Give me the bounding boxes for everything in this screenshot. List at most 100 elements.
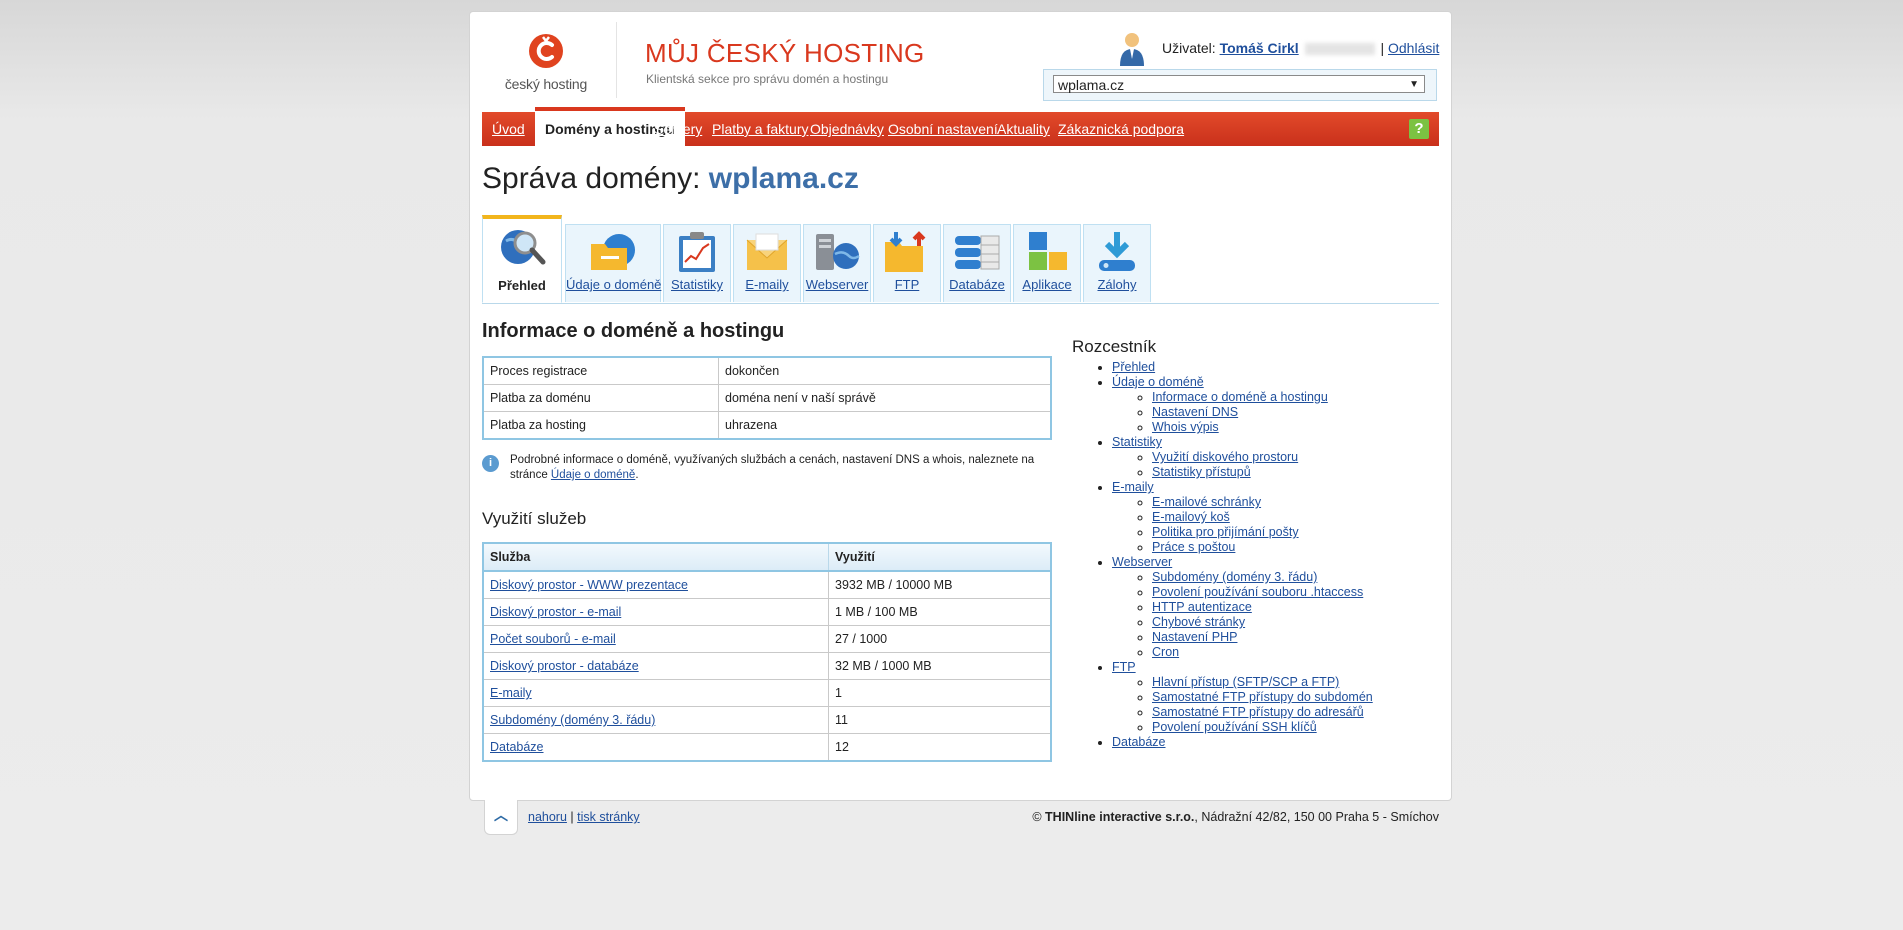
service-link[interactable]: Diskový prostor - WWW prezentace [490, 578, 688, 592]
chart-clipboard-icon [673, 230, 721, 274]
list-item: Chybové stránky [1152, 615, 1373, 630]
logout-link[interactable]: Odhlásit [1388, 40, 1439, 56]
info-table: Proces registrace dokončen Platba za dom… [482, 356, 1052, 440]
roz-sublink[interactable]: Nastavení PHP [1152, 630, 1237, 644]
roz-sublink[interactable]: Cron [1152, 645, 1179, 659]
usage-value: 1 MB / 100 MB [828, 598, 1052, 626]
service-link[interactable]: Diskový prostor - databáze [490, 659, 639, 673]
tab-statistiky[interactable]: Statistiky [663, 224, 731, 302]
roz-sublink[interactable]: Nastavení DNS [1152, 405, 1238, 419]
tab-label: FTP [894, 277, 920, 292]
help-icon[interactable]: ? [1409, 119, 1429, 139]
roz-link-emaily[interactable]: E-maily [1112, 480, 1154, 494]
roz-link-statistiky[interactable]: Statistiky [1112, 435, 1162, 449]
main-panel: český hosting MŮJ ČESKÝ HOSTING Klientsk… [469, 11, 1452, 801]
service-link[interactable]: Subdomény (domény 3. řádu) [490, 713, 655, 727]
tab-zalohy[interactable]: Zálohy [1083, 224, 1151, 302]
table-row: Diskový prostor - WWW prezentace 3932 MB… [482, 570, 1052, 599]
nav-zakaznicka-podpora[interactable]: Zákaznická podpora [1058, 112, 1184, 146]
list-item: FTP Hlavní přístup (SFTP/SCP a FTP) Samo… [1112, 660, 1373, 735]
list-item: Využití diskového prostoru [1152, 450, 1373, 465]
page-title: Správa domény: wplama.cz [482, 162, 859, 196]
list-item: Povolení používání SSH klíčů [1152, 720, 1373, 735]
info-note: i Podrobné informace o doméně, využívaný… [482, 453, 1042, 483]
nav-aktuality[interactable]: Aktuality [997, 112, 1050, 146]
roz-link-ftp[interactable]: FTP [1112, 660, 1136, 674]
roz-link-udaje[interactable]: Údaje o doméně [1112, 375, 1204, 389]
roz-sublink[interactable]: Informace o doméně a hostingu [1152, 390, 1328, 404]
nav-objednavky[interactable]: Objednávky [810, 112, 884, 146]
info-value: doména není v naší správě [718, 384, 1052, 412]
footer-top-link[interactable]: nahoru [528, 810, 567, 824]
tab-prehled[interactable]: Přehled [482, 215, 562, 303]
list-item: Whois výpis [1152, 420, 1373, 435]
user-avatar-icon [1118, 32, 1146, 66]
tab-ftp[interactable]: FTP [873, 224, 941, 302]
service-link[interactable]: Databáze [490, 740, 544, 754]
copyright-symbol: © [1032, 810, 1042, 824]
footer-separator: | [570, 810, 574, 824]
roz-link-prehled[interactable]: Přehled [1112, 360, 1155, 374]
roz-sublink[interactable]: Chybové stránky [1152, 615, 1245, 629]
roz-sublink[interactable]: E-mailové schránky [1152, 495, 1261, 509]
usage-value: 1 [828, 679, 1052, 707]
roz-sublink[interactable]: Whois výpis [1152, 420, 1219, 434]
roz-sublink[interactable]: Politika pro přijímání pošty [1152, 525, 1299, 539]
roz-sublink[interactable]: Subdomény (domény 3. řádu) [1152, 570, 1317, 584]
usage-value: 11 [828, 706, 1052, 734]
info-label: Proces registrace [482, 356, 719, 385]
info-value: dokončen [718, 356, 1052, 385]
nav-platby-a-faktury[interactable]: Platby a faktury [712, 112, 809, 146]
list-item: Statistiky přístupů [1152, 465, 1373, 480]
service-link[interactable]: Počet souborů - e-mail [490, 632, 616, 646]
table-row: Subdomény (domény 3. řádu) 11 [482, 706, 1052, 734]
nav-osobni-nastaveni[interactable]: Osobní nastavení [888, 112, 998, 146]
tab-label: Zálohy [1097, 277, 1137, 292]
list-item: E-mailové schránky [1152, 495, 1373, 510]
scroll-top-button[interactable]: ︿ [484, 800, 518, 835]
domain-select[interactable]: wplama.cz ▼ [1053, 75, 1425, 93]
logo[interactable]: český hosting [496, 32, 596, 92]
roz-sublink[interactable]: Samostatné FTP přístupy do adresářů [1152, 705, 1364, 719]
table-row: Platba za doménu doména není v naší sprá… [482, 384, 1052, 412]
roz-sublink[interactable]: Hlavní přístup (SFTP/SCP a FTP) [1152, 675, 1339, 689]
service-link[interactable]: Diskový prostor - e-mail [490, 605, 621, 619]
brand-subtitle: Klientská sekce pro správu domén a hosti… [646, 72, 889, 86]
roz-sublink[interactable]: Využití diskového prostoru [1152, 450, 1298, 464]
rozcestnik-list: Přehled Údaje o doméně Informace o domén… [1072, 360, 1373, 750]
main-nav: Úvod Domény a hostingu Servery Platby a … [482, 107, 1439, 146]
user-name-link[interactable]: Tomáš Cirkl [1220, 40, 1299, 56]
footer-print-link[interactable]: tisk stránky [577, 810, 640, 824]
list-item: Samostatné FTP přístupy do subdomén [1152, 690, 1373, 705]
tab-webserver[interactable]: Webserver [803, 224, 871, 302]
roz-sublink[interactable]: Statistiky přístupů [1152, 465, 1251, 479]
nav-servery[interactable]: Servery [654, 112, 702, 146]
roz-sublink[interactable]: Povolení používání souboru .htaccess [1152, 585, 1363, 599]
roz-link-databaze[interactable]: Databáze [1112, 735, 1166, 749]
roz-link-webserver[interactable]: Webserver [1112, 555, 1172, 569]
roz-sublink[interactable]: E-mailový koš [1152, 510, 1230, 524]
tab-databaze[interactable]: Databáze [943, 224, 1011, 302]
list-item: Statistiky Využití diskového prostoru St… [1112, 435, 1373, 480]
info-icon: i [482, 455, 499, 472]
tab-e-maily[interactable]: E-maily [733, 224, 801, 302]
roz-sublink[interactable]: Práce s poštou [1152, 540, 1235, 554]
folder-arrows-icon [883, 230, 931, 274]
nav-uvod[interactable]: Úvod [492, 112, 525, 146]
roz-sublink[interactable]: Samostatné FTP přístupy do subdomén [1152, 690, 1373, 704]
col-usage-header: Využití [828, 542, 1052, 572]
domain-select-value: wplama.cz [1058, 77, 1125, 93]
table-row: Diskový prostor - e-mail 1 MB / 100 MB [482, 598, 1052, 626]
roz-sublink[interactable]: Povolení používání SSH klíčů [1152, 720, 1317, 734]
note-udaje-link[interactable]: Údaje o doméně [551, 469, 635, 481]
magnifier-globe-icon [498, 225, 546, 269]
tab-udaje-o-domene[interactable]: Údaje o doméně [565, 224, 661, 302]
database-table-icon [953, 230, 1001, 274]
folder-globe-icon [589, 230, 637, 274]
service-link[interactable]: E-maily [490, 686, 532, 700]
tab-label: Statistiky [670, 277, 723, 292]
table-row: Proces registrace dokončen [482, 356, 1052, 385]
roz-sublink[interactable]: HTTP autentizace [1152, 600, 1252, 614]
tab-aplikace[interactable]: Aplikace [1013, 224, 1081, 302]
info-label: Platba za hosting [482, 411, 719, 440]
